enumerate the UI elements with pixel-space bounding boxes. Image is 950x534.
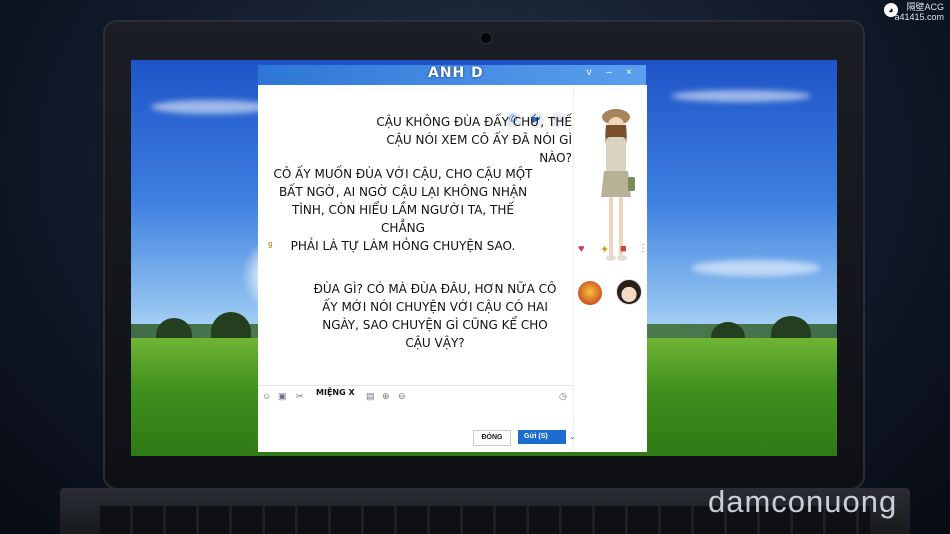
close-button[interactable]: Đóng xyxy=(473,430,511,446)
download-icon[interactable]: ⊕ xyxy=(382,391,390,402)
scissors-icon[interactable]: ✂ xyxy=(296,391,304,402)
doodle-sticker: ᵍ xyxy=(268,240,273,252)
message-line: cậu vậy? xyxy=(405,336,465,350)
avatar[interactable] xyxy=(578,281,602,305)
gift-icon[interactable]: ✦ xyxy=(600,243,609,256)
cloud xyxy=(691,260,821,276)
heart-icon[interactable]: ♥ xyxy=(578,243,585,255)
close-window-button[interactable]: × xyxy=(623,67,635,78)
message-bubble: Cô ấy muốn đùa với cậu, cho cậu một bất … xyxy=(270,165,536,255)
message-line: bất ngờ, ai ngờ cậu lại không nhận xyxy=(278,185,528,199)
message-line: ấy mới nói chuyện với cậu có hai xyxy=(322,300,548,314)
message-line: ngày, sao chuyện gì cũng kể cho xyxy=(322,318,548,332)
file-icon[interactable]: ▤ xyxy=(366,391,375,402)
site-name: 隔壁ACG xyxy=(906,2,944,12)
bag-icon[interactable]: ■ xyxy=(620,243,627,255)
cloud xyxy=(671,90,811,102)
site-url: a41415.com xyxy=(894,12,944,22)
smile-icon[interactable]: ☺ xyxy=(262,391,271,401)
message-line: Cậu không đùa đấy chứ, thế xyxy=(376,115,572,129)
message-bubble: Cậu không đùa đấy chứ, thế cậu nói xem c… xyxy=(350,113,572,167)
message-line: Đùa gì? Có mà đùa đâu, hơn nữa cô xyxy=(313,282,557,296)
gif-icon[interactable]: ▣ xyxy=(278,391,287,402)
message-line: phải là tự làm hỏng chuyện sao. xyxy=(290,239,516,253)
bottom-watermark: damconuong xyxy=(708,484,898,519)
message-bubble: Đùa gì? Có mà đùa đâu, hơn nữa cô ấy mới… xyxy=(300,280,570,352)
top-watermark: 隔壁ACG a41415.com xyxy=(894,2,944,22)
cloud xyxy=(151,100,271,114)
message-line: Cô ấy muốn đùa với cậu, cho cậu một xyxy=(273,167,533,181)
send-button[interactable]: Gửi (S) xyxy=(518,430,566,444)
chevron-down-icon[interactable]: v xyxy=(583,67,595,78)
chevron-down-icon[interactable]: ⌄ xyxy=(569,430,576,444)
chat-title: ANH D xyxy=(428,65,484,81)
conversation-area: ✆ ▶ ⋯ Cậu không đùa đấy chứ, thế cậu nói… xyxy=(258,85,581,385)
message-line: tình, còn hiểu lầm người ta, thế chẳng xyxy=(292,203,514,235)
webcam xyxy=(481,33,491,43)
input-toolbar: ☺ ▣ ✂ miệng x ▤ ⊕ ⊖ ◷ xyxy=(258,385,573,406)
side-panel: ♥ ✦ ■ ⋮ xyxy=(573,85,648,452)
message-line: cậu nói xem cô ấy đã nói gì nào? xyxy=(386,133,572,165)
minimize-button[interactable]: – xyxy=(603,67,615,78)
input-text[interactable]: miệng x xyxy=(316,388,355,397)
chat-window: ANH D v – × ✆ ▶ ⋯ Cậu không đùa đấy chứ,… xyxy=(258,65,648,452)
clock-icon[interactable]: ◷ xyxy=(559,391,567,402)
avatar[interactable] xyxy=(616,279,642,305)
stop-icon[interactable]: ⊖ xyxy=(398,391,406,402)
title-bar: ANH D v – × xyxy=(258,65,646,85)
more-vertical-icon[interactable]: ⋮ xyxy=(638,243,648,254)
